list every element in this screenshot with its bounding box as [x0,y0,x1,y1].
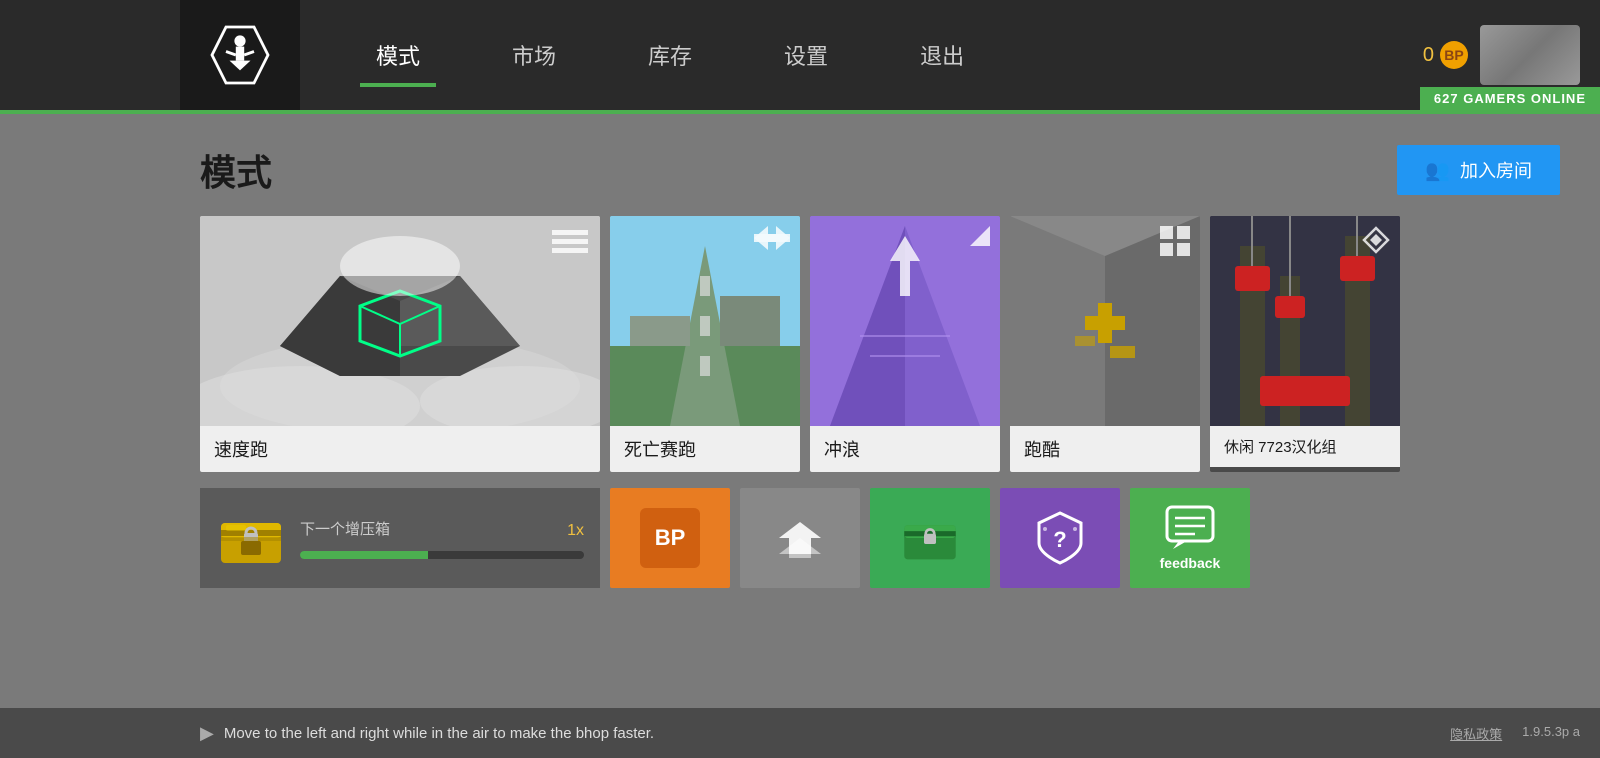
privacy-policy-link[interactable]: 隐私政策 [1450,724,1502,743]
progress-bar-bg [300,551,584,559]
progress-label: 下一个增压箱 [300,518,390,539]
status-bar: ▶ Move to the left and right while in th… [0,708,1600,758]
coin-amount: 0 [1423,44,1434,67]
svg-text:?: ? [1053,527,1066,552]
tip-icon: ▶ [200,723,214,744]
status-tip: Move to the left and right while in the … [224,725,1450,742]
logo-icon [205,20,275,90]
chest-icon-box [216,503,286,573]
mode-card-deathrace[interactable]: 死亡赛跑 [610,216,800,472]
person-icon: 👥 [1425,158,1450,183]
speedrun-art [200,216,600,426]
nav-item-inventory[interactable]: 库存 [632,31,708,79]
idle-label: 休闲 7723汉化组 [1210,426,1400,467]
surf-label: 冲浪 [810,426,1000,472]
nav-item-settings[interactable]: 设置 [768,31,844,79]
progress-count: 1x [567,522,584,540]
question-button[interactable]: ? [1000,488,1120,588]
nav-item-exit[interactable]: 退出 [904,31,980,79]
main-content: 模式 👥 加入房间 [0,114,1600,758]
up-button[interactable] [740,488,860,588]
idle-mode-icon [1362,226,1390,260]
nav-right: 0 BP 627 GAMERS ONLINE [1423,25,1580,85]
nav-item-modes[interactable]: 模式 [360,31,436,79]
surf-mode-icon [960,226,990,262]
section-title: 模式 [200,144,272,196]
mode-card-idle[interactable]: 休闲 7723汉化组 [1210,216,1400,472]
chest-icon [216,503,286,573]
mode-card-speedrun[interactable]: 速度跑 [200,216,600,472]
feedback-button[interactable]: feedback [1130,488,1250,588]
bottom-strip: 下一个增压箱 1x BP [200,488,1560,588]
nav-item-market[interactable]: 市场 [496,31,572,79]
up-icon [775,518,825,558]
top-nav: 模式 市场 库存 设置 退出 0 BP 627 GAMERS ONLINE [0,0,1600,110]
idle-image [1210,216,1400,426]
coin-icon: BP [1440,41,1468,69]
join-room-button[interactable]: 👥 加入房间 [1397,145,1560,195]
speedrun-label: 速度跑 [200,426,600,472]
mode-cards: 速度跑 [200,216,1560,472]
bp-button[interactable]: BP [610,488,730,588]
feedback-icon [1165,505,1215,549]
mode-card-bhop[interactable]: 跑酷 [1010,216,1200,472]
deathrace-mode-icon [754,226,790,256]
join-room-label: 加入房间 [1460,157,1532,183]
case-button[interactable] [870,488,990,588]
speedrun-image [200,216,600,426]
case-icon [900,508,960,568]
progress-info: 下一个增压箱 1x [300,518,584,559]
speedrun-bg [200,216,600,426]
version-text: 1.9.5.3p a [1522,724,1580,743]
bhop-mode-icon [1160,226,1190,262]
deathrace-image [610,216,800,426]
bp-badge: BP [640,508,700,568]
nav-menu: 模式 市场 库存 设置 退出 [360,31,1423,79]
surf-image [810,216,1000,426]
mode-card-surf[interactable]: 冲浪 [810,216,1000,472]
section-header: 模式 👥 加入房间 [200,144,1560,196]
progress-bar-fill [300,551,428,559]
avatar[interactable] [1480,25,1580,85]
online-badge: 627 GAMERS ONLINE [1420,87,1600,110]
speedrun-mode-icon [550,226,590,262]
coin-display: 0 BP [1423,41,1468,69]
deathrace-label: 死亡赛跑 [610,426,800,472]
bp-progress-card: 下一个增压箱 1x [200,488,600,588]
bhop-image [1010,216,1200,426]
feedback-label: feedback [1160,555,1221,571]
bhop-label: 跑酷 [1010,426,1200,472]
status-right: 隐私政策 1.9.5.3p a [1450,724,1580,743]
nav-logo [180,0,300,110]
shield-question-icon: ? [1033,511,1087,565]
bp-label: BP [655,525,686,551]
